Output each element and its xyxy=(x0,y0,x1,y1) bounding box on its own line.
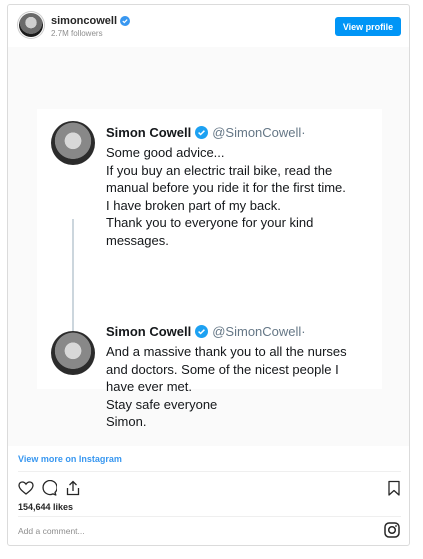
add-comment-input[interactable]: Add a comment... xyxy=(18,526,85,536)
comment-icon[interactable] xyxy=(41,480,57,496)
tweet-line: Thank you to everyone for your kind xyxy=(106,215,314,231)
tweet-text: Some good advice... If you buy an electr… xyxy=(106,144,378,250)
tweet-line: messages. xyxy=(106,232,169,248)
action-bar xyxy=(18,480,401,500)
post-header: simoncowell 2.7M followers View profile xyxy=(8,5,409,45)
tweet-handle: @SimonCowell· xyxy=(212,324,306,339)
tweet-line: manual before you ride it for the first … xyxy=(106,180,346,196)
tweet-avatar xyxy=(51,331,95,375)
avatar[interactable] xyxy=(19,13,43,37)
tweet-line: Stay safe everyone xyxy=(106,396,218,412)
verified-icon xyxy=(120,16,131,26)
tweet-line: Some good advice... xyxy=(106,145,225,160)
instagram-icon[interactable] xyxy=(384,522,400,538)
tweet-avatar xyxy=(51,121,95,165)
divider xyxy=(18,516,401,517)
post-media[interactable]: Simon Cowell @SimonCowell· Some good adv… xyxy=(8,47,409,446)
tweet-author: Simon Cowell @SimonCowell· xyxy=(106,324,306,339)
verified-icon xyxy=(195,126,209,139)
tweet-author: Simon Cowell @SimonCowell· xyxy=(106,125,306,140)
username[interactable]: simoncowell xyxy=(51,15,131,27)
tweet-line: I have broken part of my back. xyxy=(106,197,281,213)
tweet-author-name: Simon Cowell xyxy=(106,125,192,140)
followers-count: 2.7M followers xyxy=(51,29,103,38)
username-text[interactable]: simoncowell xyxy=(51,15,117,27)
tweet-line: have ever met. xyxy=(106,379,192,395)
heart-icon[interactable] xyxy=(18,480,34,496)
tweet-line: And a massive thank you to all the nurse… xyxy=(106,344,347,359)
divider xyxy=(18,471,401,472)
bookmark-icon[interactable] xyxy=(386,480,402,496)
tweet-handle: @SimonCowell· xyxy=(212,125,306,140)
tweet-line: Simon. xyxy=(106,414,147,430)
instagram-embed-card: simoncowell 2.7M followers View profile … xyxy=(7,4,410,546)
tweet-line: If you buy an electric trail bike, read … xyxy=(106,162,333,178)
likes-count[interactable]: 154,644 likes xyxy=(18,502,73,512)
view-profile-button[interactable]: View profile xyxy=(335,17,401,36)
tweet-text: And a massive thank you to all the nurse… xyxy=(106,343,378,431)
tweet-author-name: Simon Cowell xyxy=(106,324,192,339)
tweet-line: and doctors. Some of the nicest people I xyxy=(106,361,339,377)
thread-line xyxy=(72,219,74,331)
verified-icon xyxy=(195,325,209,338)
tweet-screenshot: Simon Cowell @SimonCowell· Some good adv… xyxy=(37,109,382,429)
view-more-link[interactable]: View more on Instagram xyxy=(18,454,122,464)
share-icon[interactable] xyxy=(65,480,81,496)
